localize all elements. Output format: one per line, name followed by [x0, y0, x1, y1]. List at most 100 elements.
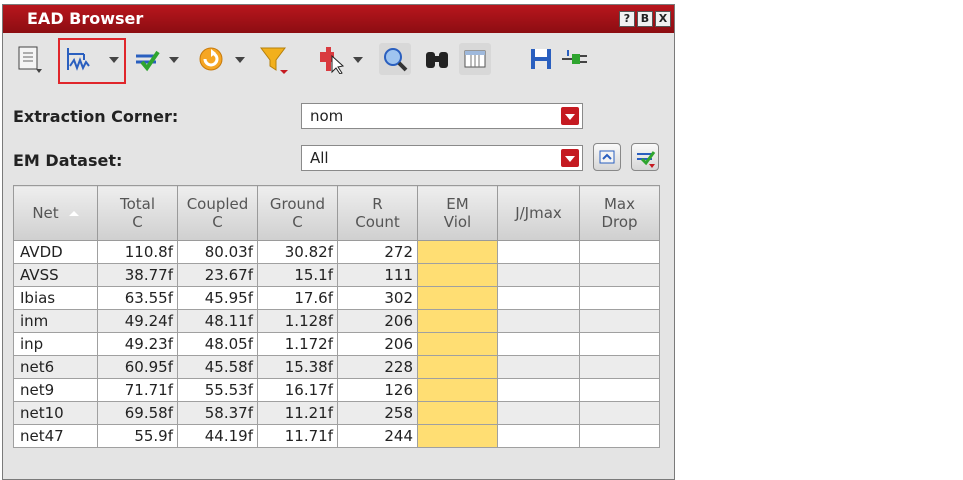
net-cell: inp [13, 332, 98, 356]
header-text: Net [32, 204, 59, 222]
column-header-j-jmax[interactable]: J/Jmax [497, 185, 580, 241]
net-check-icon[interactable] [131, 43, 163, 75]
total-c-cell: 110.8f [97, 240, 178, 264]
r-count-cell: 126 [337, 378, 418, 402]
select-pointer-icon[interactable] [315, 43, 347, 75]
help-button[interactable]: ? [619, 11, 635, 27]
select-dropdown-arrow[interactable] [353, 57, 363, 63]
header-text: EM [446, 195, 469, 213]
max-drop-cell [579, 424, 660, 448]
ground-c-cell: 17.6f [257, 286, 338, 310]
table-row[interactable]: inm 49.24f 48.11f 1.128f 206 [13, 309, 660, 333]
r-count-cell: 302 [337, 286, 418, 310]
em-dataset-select[interactable]: All [301, 145, 583, 171]
plug-icon[interactable] [559, 43, 591, 75]
coupled-c-cell: 48.11f [177, 309, 258, 333]
table-row[interactable]: net10 69.58f 58.37f 11.21f 258 [13, 401, 660, 425]
table-row[interactable]: AVDD 110.8f 80.03f 30.82f 272 [13, 240, 660, 264]
extraction-corner-value: nom [310, 107, 344, 125]
column-header-net[interactable]: Net [13, 185, 98, 241]
float-button[interactable]: B [637, 11, 653, 27]
j-jmax-cell [497, 378, 580, 402]
table-header-row: Net Total C Coupled C Ground C R Count EM Vio… [13, 185, 660, 241]
ground-c-cell: 1.172f [257, 332, 338, 356]
max-drop-cell [579, 332, 660, 356]
title-bar[interactable]: EAD Browser ? B X [3, 5, 674, 33]
max-drop-cell [579, 309, 660, 333]
column-header-total-c[interactable]: Total C [97, 185, 178, 241]
ground-c-cell: 30.82f [257, 240, 338, 264]
coupled-c-cell: 45.58f [177, 355, 258, 379]
header-text: Total [119, 195, 156, 213]
coupled-c-cell: 23.67f [177, 263, 258, 287]
coupled-c-cell: 44.19f [177, 424, 258, 448]
header-text: Max [603, 195, 635, 213]
net-cell: net6 [13, 355, 98, 379]
binoculars-icon[interactable] [421, 43, 453, 75]
net-table: Net Total C Coupled C Ground C R Count EM Vio… [13, 185, 660, 448]
coupled-c-cell: 48.05f [177, 332, 258, 356]
document-icon[interactable] [13, 43, 45, 75]
j-jmax-cell [497, 355, 580, 379]
table-row[interactable]: net6 60.95f 45.58f 15.38f 228 [13, 355, 660, 379]
extraction-corner-select[interactable]: nom [301, 103, 583, 129]
em-viol-cell [417, 378, 498, 402]
chevron-down-icon[interactable] [561, 107, 579, 125]
j-jmax-cell [497, 424, 580, 448]
max-drop-cell [579, 263, 660, 287]
max-drop-cell [579, 286, 660, 310]
toolbar [3, 35, 674, 85]
dataset-import-button[interactable] [593, 143, 621, 171]
header-text: Count [355, 213, 400, 231]
em-viol-cell [417, 332, 498, 356]
max-drop-cell [579, 401, 660, 425]
column-header-ground-c[interactable]: Ground C [257, 185, 338, 241]
column-header-coupled-c[interactable]: Coupled C [177, 185, 258, 241]
probe-tool-icon[interactable] [61, 43, 93, 75]
total-c-cell: 63.55f [97, 286, 178, 310]
chevron-down-icon[interactable] [561, 149, 579, 167]
column-header-em-viol[interactable]: EM Viol [417, 185, 498, 241]
header-text: Ground [269, 195, 326, 213]
j-jmax-cell [497, 309, 580, 333]
header-text: J/Jmax [515, 204, 562, 222]
table-row[interactable]: net9 71.71f 55.53f 16.17f 126 [13, 378, 660, 402]
net-cell: inm [13, 309, 98, 333]
r-count-cell: 206 [337, 309, 418, 333]
ground-c-cell: 16.17f [257, 378, 338, 402]
j-jmax-cell [497, 240, 580, 264]
sort-ascending-icon [68, 211, 79, 216]
close-button[interactable]: X [655, 11, 671, 27]
ground-c-cell: 15.1f [257, 263, 338, 287]
ground-c-cell: 11.71f [257, 424, 338, 448]
em-dataset-value: All [310, 149, 329, 167]
table-row[interactable]: net47 55.9f 44.19f 11.71f 244 [13, 424, 660, 448]
save-icon[interactable] [525, 43, 557, 75]
em-viol-cell [417, 240, 498, 264]
coupled-c-cell: 58.37f [177, 401, 258, 425]
dataset-check-button[interactable] [631, 143, 659, 171]
refresh-dropdown-arrow[interactable] [235, 57, 245, 63]
ground-c-cell: 15.38f [257, 355, 338, 379]
table-row[interactable]: AVSS 38.77f 23.67f 15.1f 111 [13, 263, 660, 287]
coupled-c-cell: 80.03f [177, 240, 258, 264]
probe-dropdown-arrow[interactable] [109, 57, 119, 63]
columns-icon[interactable] [459, 43, 491, 75]
filter-icon[interactable] [257, 43, 289, 75]
table-row[interactable]: inp 49.23f 48.05f 1.172f 206 [13, 332, 660, 356]
em-viol-cell [417, 286, 498, 310]
column-header-max-drop[interactable]: Max Drop [579, 185, 660, 241]
table-row[interactable]: Ibias 63.55f 45.95f 17.6f 302 [13, 286, 660, 310]
ground-c-cell: 1.128f [257, 309, 338, 333]
header-text: Coupled [186, 195, 249, 213]
column-header-r-count[interactable]: R Count [337, 185, 418, 241]
r-count-cell: 228 [337, 355, 418, 379]
net-check-dropdown-arrow[interactable] [169, 57, 179, 63]
r-count-cell: 272 [337, 240, 418, 264]
extraction-corner-label: Extraction Corner: [13, 107, 179, 126]
max-drop-cell [579, 240, 660, 264]
net-cell: AVDD [13, 240, 98, 264]
refresh-icon[interactable] [195, 43, 227, 75]
net-cell: Ibias [13, 286, 98, 310]
zoom-icon[interactable] [379, 43, 411, 75]
